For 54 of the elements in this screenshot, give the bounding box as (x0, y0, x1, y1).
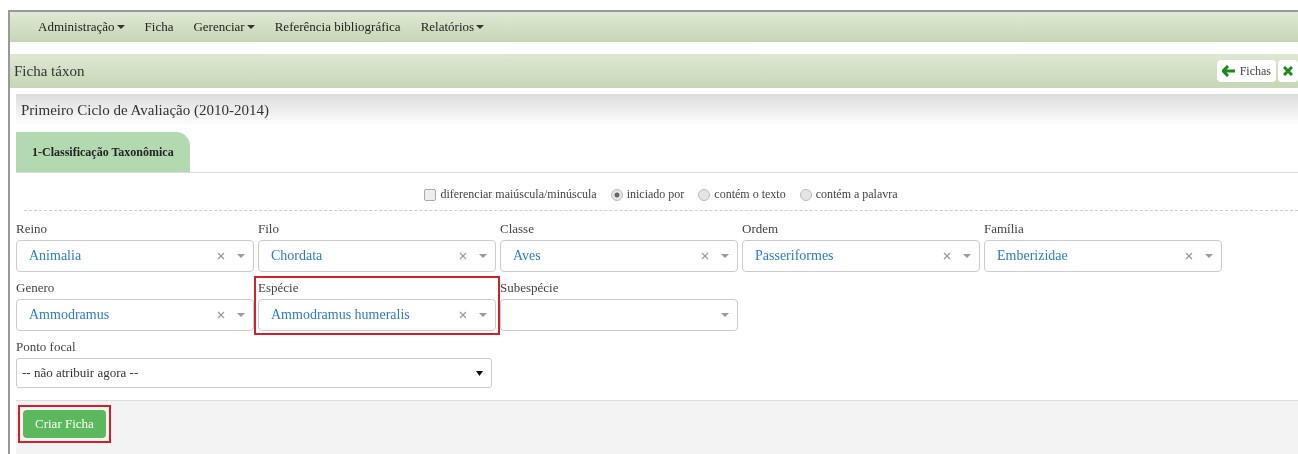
menu-item[interactable]: Ficha (144, 19, 174, 35)
clear-icon[interactable] (217, 252, 225, 260)
field-label: Reino (16, 221, 49, 237)
field-label: Classe (500, 221, 535, 237)
caret-icon (479, 254, 487, 258)
menu-item[interactable]: Relatórios (420, 19, 485, 35)
select-field[interactable]: Emberizidae (984, 240, 1222, 272)
menu-item[interactable]: Referência bibliográfica (274, 19, 401, 35)
clear-icon[interactable] (459, 311, 467, 319)
close-icon (1283, 66, 1293, 76)
select-field[interactable]: Animalia (16, 240, 254, 272)
close-button[interactable] (1278, 60, 1298, 82)
select-field[interactable]: Ammodramus (16, 299, 254, 331)
checkbox[interactable] (424, 188, 437, 201)
page-title: Ficha táxon (14, 62, 85, 80)
caret-icon (721, 254, 729, 258)
option-label: contém o texto (714, 187, 786, 202)
field-label: Família (984, 221, 1025, 237)
clear-icon[interactable] (701, 252, 709, 260)
caret-icon (237, 313, 245, 317)
field-label: Ordem (742, 221, 780, 237)
field-label: Genero (16, 280, 56, 296)
clear-icon[interactable] (1185, 252, 1193, 260)
select-field[interactable]: Aves (500, 240, 738, 272)
field-label: Espécie (258, 280, 300, 296)
radio-button[interactable] (698, 188, 711, 201)
select-field[interactable]: -- não atribuir agora -- (16, 358, 492, 388)
select-field[interactable] (500, 299, 738, 331)
caret-icon (479, 313, 487, 317)
panel-header: Primeiro Ciclo de Avaliação (2010-2014) (16, 94, 1298, 126)
arrow-left-icon (1221, 65, 1236, 77)
clear-icon[interactable] (459, 252, 467, 260)
clear-icon[interactable] (217, 311, 225, 319)
field-label: Subespécie (500, 280, 560, 296)
caret-icon (476, 370, 483, 376)
caret-icon (963, 254, 971, 258)
select-field[interactable]: Ammodramus humeralis (258, 299, 496, 331)
radio-button[interactable] (799, 188, 812, 201)
option-label: diferenciar maiúscula/minúscula (440, 187, 597, 202)
field-label: Filo (258, 221, 280, 237)
caret-icon (1205, 254, 1213, 258)
tab[interactable]: 1-Classificação Taxonômica (16, 132, 190, 172)
menu-item[interactable]: Gerenciar (193, 19, 255, 35)
select-field[interactable]: Passeriformes (742, 240, 980, 272)
radio-button[interactable] (610, 188, 623, 201)
back-button[interactable]: Fichas (1216, 60, 1276, 82)
field-label: Ponto focal (16, 339, 77, 355)
caret-icon (237, 254, 245, 258)
menu-item[interactable]: Administração (38, 19, 125, 35)
clear-icon[interactable] (943, 252, 951, 260)
select-field[interactable]: Chordata (258, 240, 496, 272)
caret-icon (721, 313, 729, 317)
option-label: contém a palavra (815, 187, 898, 202)
option-label: iniciado por (626, 187, 685, 202)
